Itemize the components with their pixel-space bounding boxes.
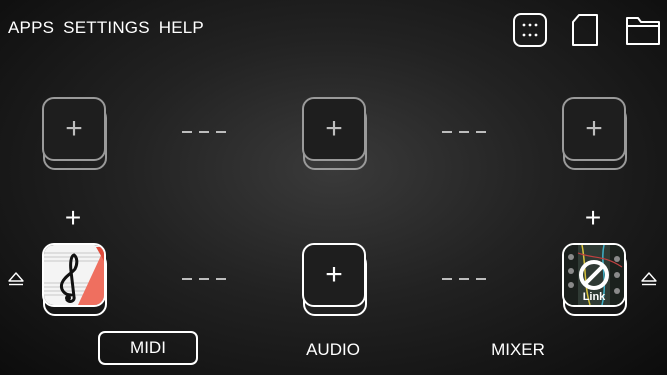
folder-icon[interactable]	[624, 12, 662, 48]
eject-icon[interactable]	[7, 271, 25, 287]
slot-mixer-empty[interactable]: +	[562, 97, 627, 170]
connector-dash	[442, 278, 486, 280]
add-icon: +	[302, 243, 366, 307]
link-app-icon: Link	[562, 243, 626, 307]
menu-apps[interactable]: APPS	[8, 18, 54, 38]
link-label: Link	[583, 291, 606, 303]
connector-dash	[182, 131, 226, 133]
slot-audio-empty[interactable]: +	[302, 97, 367, 170]
slot-midi-empty[interactable]: +	[42, 97, 107, 170]
connector-dash	[442, 131, 486, 133]
menu-settings[interactable]: SETTINGS	[63, 18, 150, 38]
menu-help[interactable]: HELP	[159, 18, 204, 38]
slot-mixer-app[interactable]: Link	[562, 243, 627, 316]
slot-audio-add[interactable]: +	[302, 243, 367, 316]
add-icon: +	[42, 97, 106, 161]
notation-app-icon	[42, 243, 106, 307]
tab-audio[interactable]: AUDIO	[283, 340, 383, 360]
add-chain-button[interactable]: +	[63, 204, 83, 232]
new-file-icon[interactable]	[568, 12, 604, 48]
tab-mixer[interactable]: MIXER	[468, 340, 568, 360]
eject-icon[interactable]	[640, 271, 658, 287]
add-icon: +	[562, 97, 626, 161]
connector-dash	[182, 278, 226, 280]
add-icon: +	[302, 97, 366, 161]
top-menu: APPS SETTINGS HELP	[8, 18, 204, 38]
grid-icon[interactable]	[512, 12, 548, 48]
add-chain-button[interactable]: +	[583, 204, 603, 232]
slot-midi-app[interactable]	[42, 243, 107, 316]
tab-midi[interactable]: MIDI	[98, 331, 198, 365]
